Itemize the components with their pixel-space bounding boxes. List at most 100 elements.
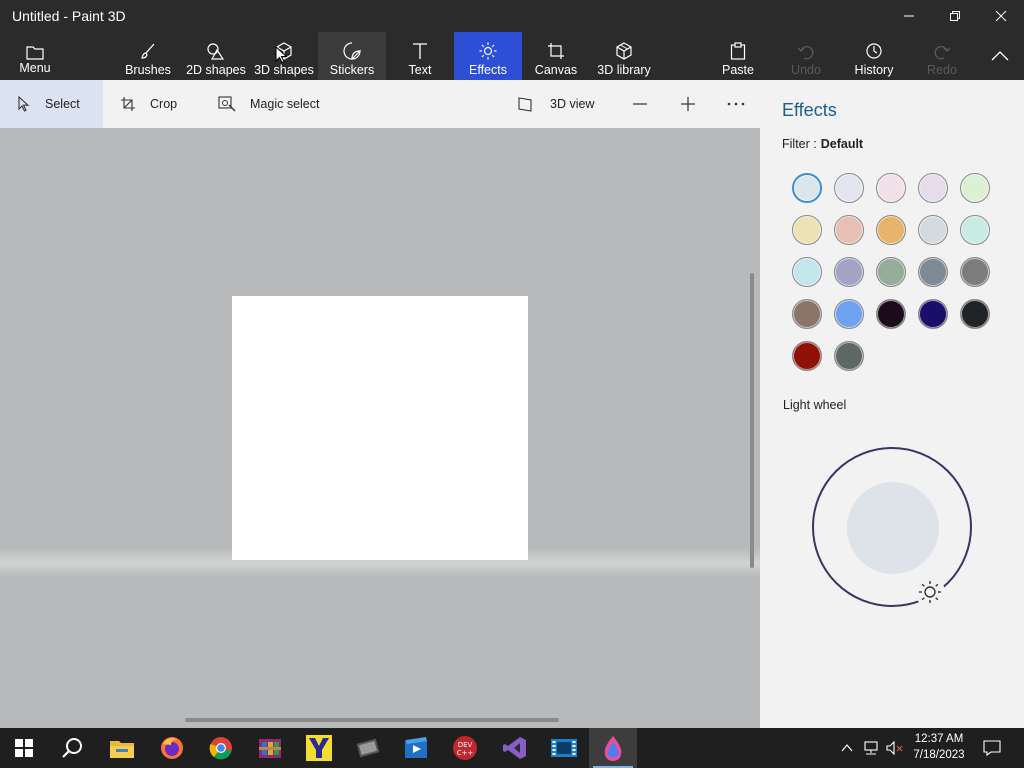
filter-swatch[interactable] bbox=[834, 341, 864, 371]
search-button[interactable] bbox=[48, 728, 96, 768]
shapes-2d-label: 2D shapes bbox=[186, 63, 246, 77]
system-clock[interactable]: 12:37 AM 7/18/2023 bbox=[908, 731, 970, 763]
undo-icon bbox=[797, 36, 815, 60]
undo-button[interactable]: Undo bbox=[784, 32, 828, 80]
file-explorer-icon bbox=[110, 741, 134, 758]
ellipsis-icon bbox=[727, 102, 745, 106]
redo-button[interactable]: Redo bbox=[920, 32, 964, 80]
filter-swatch[interactable] bbox=[918, 215, 948, 245]
chevron-up-icon bbox=[991, 51, 1009, 61]
taskbar-video-editor[interactable] bbox=[344, 728, 392, 768]
canvas-label: Canvas bbox=[534, 63, 578, 77]
tab-3d-library[interactable]: 3D library bbox=[594, 32, 654, 80]
svg-text:C++: C++ bbox=[457, 749, 474, 757]
zoom-in-button[interactable] bbox=[678, 80, 698, 128]
volume-button[interactable] bbox=[884, 728, 906, 768]
taskbar-visual-studio[interactable] bbox=[491, 728, 539, 768]
more-options-button[interactable] bbox=[726, 80, 746, 128]
tab-canvas[interactable]: Canvas bbox=[532, 32, 580, 80]
view-3d-icon bbox=[518, 96, 536, 112]
filter-swatch[interactable] bbox=[918, 299, 948, 329]
filter-swatch[interactable] bbox=[960, 215, 990, 245]
filter-swatch[interactable] bbox=[834, 215, 864, 245]
drawing-canvas[interactable] bbox=[232, 296, 528, 560]
svg-text:DEV: DEV bbox=[458, 741, 473, 749]
zoom-out-button[interactable] bbox=[630, 80, 650, 128]
select-button[interactable]: Select bbox=[0, 80, 103, 128]
volume-muted-icon bbox=[886, 741, 903, 755]
taskbar-movie-maker[interactable] bbox=[393, 728, 441, 768]
filter-swatch[interactable] bbox=[834, 299, 864, 329]
tab-brushes[interactable]: Brushes bbox=[120, 32, 176, 80]
light-wheel-center bbox=[847, 482, 939, 574]
magic-select-button[interactable]: Magic select bbox=[218, 80, 319, 128]
paste-button[interactable]: Paste bbox=[716, 32, 760, 80]
select-label: Select bbox=[45, 97, 80, 111]
vertical-scrollbar[interactable] bbox=[750, 273, 754, 568]
network-button[interactable] bbox=[860, 728, 882, 768]
filter-swatch[interactable] bbox=[792, 341, 822, 371]
stickers-label: Stickers bbox=[329, 63, 375, 77]
restore-button[interactable] bbox=[932, 0, 978, 32]
clock-date: 7/18/2023 bbox=[913, 749, 965, 761]
notifications-button[interactable] bbox=[978, 728, 1006, 768]
window-title: Untitled - Paint 3D bbox=[12, 8, 126, 24]
tab-stickers[interactable]: Stickers bbox=[318, 32, 386, 80]
start-icon bbox=[15, 739, 33, 757]
taskbar-paint3d[interactable] bbox=[589, 728, 637, 768]
light-wheel-label: Light wheel bbox=[783, 398, 847, 412]
light-wheel[interactable] bbox=[812, 447, 972, 607]
filter-swatch[interactable] bbox=[834, 257, 864, 287]
taskbar-firefox[interactable] bbox=[148, 728, 196, 768]
winrar-icon bbox=[259, 739, 281, 758]
filter-swatch[interactable] bbox=[960, 257, 990, 287]
clock-time: 12:37 AM bbox=[914, 733, 964, 745]
filter-swatch[interactable] bbox=[918, 257, 948, 287]
filter-swatch[interactable] bbox=[792, 215, 822, 245]
minimize-button[interactable] bbox=[886, 0, 932, 32]
collapse-ribbon-button[interactable] bbox=[980, 32, 1020, 80]
tab-text[interactable]: Text bbox=[396, 32, 444, 80]
tab-effects[interactable]: Effects bbox=[454, 32, 522, 80]
start-button[interactable] bbox=[0, 728, 48, 768]
filter-swatch[interactable] bbox=[876, 299, 906, 329]
taskbar-app-y[interactable] bbox=[295, 728, 343, 768]
history-button[interactable]: History bbox=[850, 32, 898, 80]
filter-swatch[interactable] bbox=[792, 173, 822, 203]
filter-swatch[interactable] bbox=[918, 173, 948, 203]
filter-swatch[interactable] bbox=[792, 299, 822, 329]
shapes-2d-icon bbox=[206, 36, 226, 60]
filter-swatch[interactable] bbox=[960, 299, 990, 329]
crop-button[interactable]: Crop bbox=[120, 80, 177, 128]
plus-icon bbox=[681, 97, 695, 111]
filter-swatch[interactable] bbox=[876, 215, 906, 245]
filter-swatch[interactable] bbox=[792, 257, 822, 287]
taskbar-film-app[interactable] bbox=[540, 728, 588, 768]
taskbar-devcpp[interactable]: DEV C++ bbox=[441, 728, 489, 768]
filter-swatch[interactable] bbox=[876, 173, 906, 203]
search-icon bbox=[62, 738, 82, 758]
notification-icon bbox=[983, 740, 1001, 756]
menu-button[interactable]: Menu bbox=[12, 32, 58, 80]
crop-icon bbox=[120, 96, 136, 112]
taskbar: DEV C++ 12:37 AM 7/18/2023 bbox=[0, 728, 1024, 768]
select-arrow-icon bbox=[17, 96, 31, 112]
tab-2d-shapes[interactable]: 2D shapes bbox=[186, 32, 246, 80]
brushes-label: Brushes bbox=[125, 63, 171, 77]
light-direction-handle[interactable] bbox=[915, 577, 945, 607]
close-button[interactable] bbox=[978, 0, 1024, 32]
taskbar-winrar[interactable] bbox=[246, 728, 294, 768]
show-hidden-icons-button[interactable] bbox=[838, 728, 856, 768]
horizontal-scrollbar[interactable] bbox=[185, 718, 559, 722]
filter-swatch[interactable] bbox=[834, 173, 864, 203]
library-3d-label: 3D library bbox=[597, 63, 651, 77]
redo-icon bbox=[933, 36, 951, 60]
view-3d-button[interactable]: 3D view bbox=[518, 80, 594, 128]
panel-title: Effects bbox=[782, 100, 837, 120]
filter-swatch[interactable] bbox=[876, 257, 906, 287]
taskbar-chrome[interactable] bbox=[197, 728, 245, 768]
title-bar: Untitled - Paint 3D bbox=[0, 0, 1024, 32]
filter-swatch[interactable] bbox=[960, 173, 990, 203]
canvas-workspace[interactable] bbox=[0, 128, 760, 728]
taskbar-file-explorer[interactable] bbox=[98, 728, 146, 768]
